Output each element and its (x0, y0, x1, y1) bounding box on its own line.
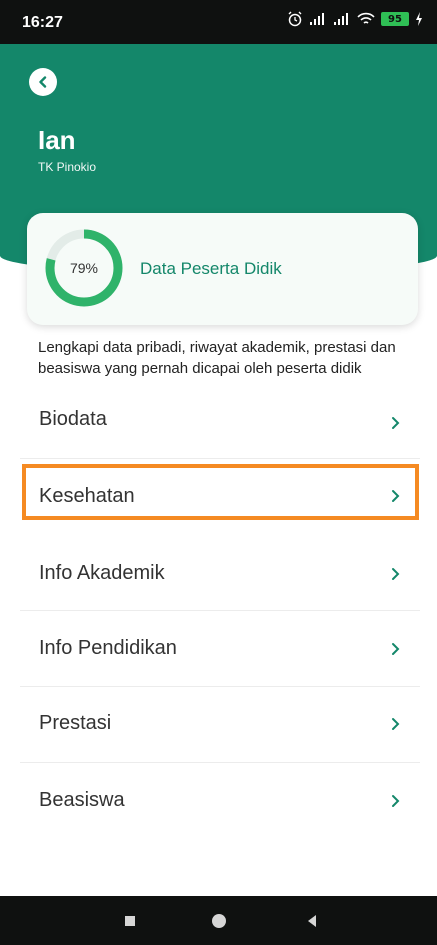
alarm-icon (288, 11, 302, 27)
system-nav-bar (0, 896, 437, 945)
progress-percent: 79% (69, 260, 99, 276)
menu-item-label: Info Pendidikan (39, 637, 177, 659)
signal-icon (334, 13, 348, 25)
home-button[interactable] (189, 896, 249, 945)
charging-icon (416, 12, 422, 26)
menu-item-info-akademik[interactable]: Info Akademik (0, 535, 437, 611)
back-nav-button[interactable] (282, 896, 342, 945)
menu-item-label: Prestasi (39, 712, 112, 734)
chevron-right-icon (392, 643, 400, 655)
menu-item-info-pendidikan[interactable]: Info Pendidikan (0, 610, 437, 686)
menu-item-label: Info Akademik (39, 562, 165, 584)
student-name: Ian (38, 125, 76, 155)
description-text: Lengkapi data pribadi, riwayat akademik,… (38, 339, 396, 377)
battery-icon: 95 (381, 12, 409, 26)
menu-item-label: Biodata (39, 408, 107, 430)
chevron-right-icon (392, 417, 400, 429)
triangle-back-icon (308, 914, 316, 927)
wifi-icon (357, 12, 375, 24)
status-time: 16:27 (22, 14, 63, 31)
menu-item-biodata[interactable]: Biodata (0, 382, 437, 458)
status-icons: 95 (287, 11, 423, 27)
card-title: Data Peserta Didik (140, 259, 282, 278)
chevron-left-icon (39, 76, 47, 88)
chevron-right-icon (392, 568, 400, 580)
chevron-right-icon (392, 718, 400, 730)
circle-icon (212, 913, 226, 928)
school-name: TK Pinokio (38, 160, 97, 174)
square-icon (125, 915, 135, 926)
back-button[interactable] (29, 68, 57, 96)
recent-apps-button[interactable] (100, 896, 160, 945)
signal-icon (310, 13, 324, 25)
menu-item-prestasi[interactable]: Prestasi (0, 686, 437, 762)
highlight-frame (22, 464, 419, 520)
status-bar: 16:27 95 (0, 0, 437, 44)
menu-item-label: Beasiswa (39, 789, 125, 811)
chevron-right-icon (392, 795, 400, 807)
progress-card[interactable]: 79% Data Peserta Didik (27, 213, 418, 325)
menu-item-beasiswa[interactable]: Beasiswa (0, 762, 437, 838)
